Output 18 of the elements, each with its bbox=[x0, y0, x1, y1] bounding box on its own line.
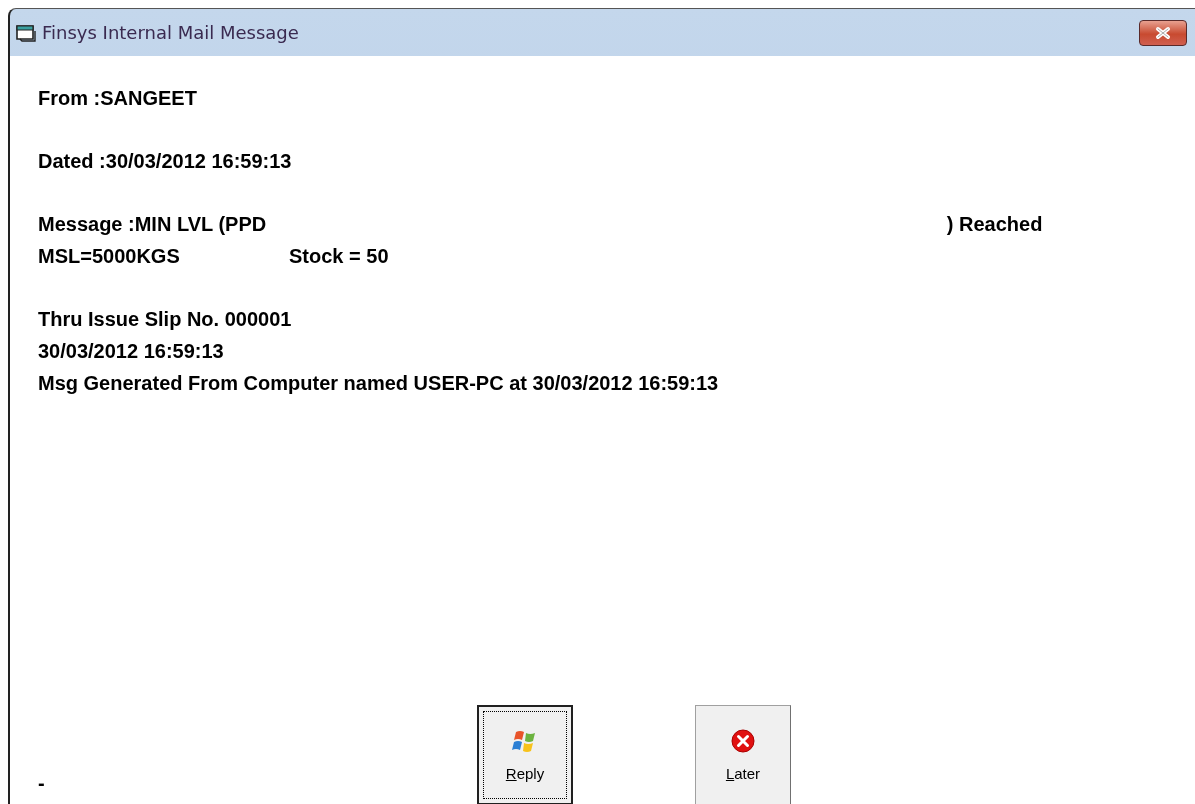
flag-icon bbox=[512, 728, 538, 753]
sender-text: From :SANGEET bbox=[38, 86, 198, 111]
message-text: Stock = 50 bbox=[289, 244, 389, 269]
cancel-icon bbox=[731, 728, 755, 753]
status-text: - bbox=[38, 773, 46, 796]
window-title: Finsys Internal Mail Message bbox=[42, 22, 300, 43]
close-icon bbox=[1154, 25, 1172, 40]
message-text: MSL=5000KGS bbox=[38, 244, 181, 269]
message-text: Message :MIN LVL (PPD bbox=[38, 212, 268, 237]
detail-text: Thru Issue Slip No. 000001 bbox=[38, 307, 293, 332]
close-button[interactable] bbox=[1139, 19, 1187, 46]
detail-text: 30/03/2012 16:59:13 bbox=[38, 339, 225, 364]
message-text: ) Reached bbox=[946, 212, 1044, 237]
date-text: Dated :30/03/2012 16:59:13 bbox=[38, 149, 293, 174]
window-icon bbox=[16, 23, 36, 42]
later-button[interactable]: Later bbox=[695, 705, 791, 804]
reply-button[interactable]: Reply bbox=[477, 705, 573, 804]
detail-text: Msg Generated From Computer named USER-PC at 30/03/2012 16:59:13 bbox=[38, 371, 720, 396]
